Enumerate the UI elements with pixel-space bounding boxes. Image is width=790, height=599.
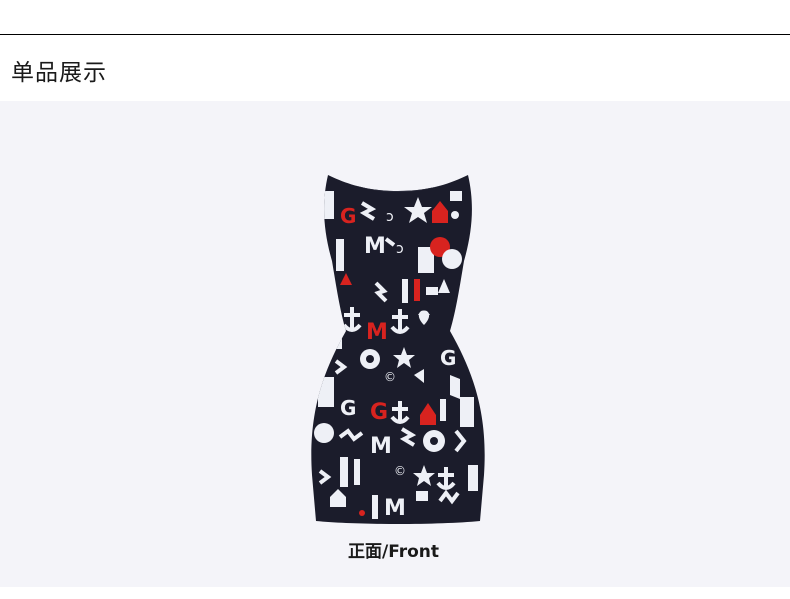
svg-text:G: G [370,400,388,425]
svg-text:©: © [394,464,406,478]
svg-text:M: M [366,320,388,345]
svg-text:M: M [384,496,406,521]
svg-text:©: © [384,370,396,384]
svg-text:ↄ: ↄ [396,241,404,257]
section-title: 单品展示 [11,60,107,86]
product-display-page: 单品展示 G ↄ M ↄ M G © G G M © M 正面/Front [0,0,790,599]
svg-text:ↄ: ↄ [386,209,394,225]
svg-text:G: G [440,346,456,370]
top-divider [0,34,790,35]
product-display-panel: G ↄ M ↄ M G © G G M © M 正面/Front [0,101,790,587]
svg-text:M: M [370,434,392,459]
dress-image: G ↄ M ↄ M G © G G M © M [311,175,485,524]
svg-text:G: G [340,396,356,420]
view-caption: 正面/Front [347,542,440,562]
svg-text:M: M [364,234,386,259]
svg-text:G: G [340,204,356,228]
